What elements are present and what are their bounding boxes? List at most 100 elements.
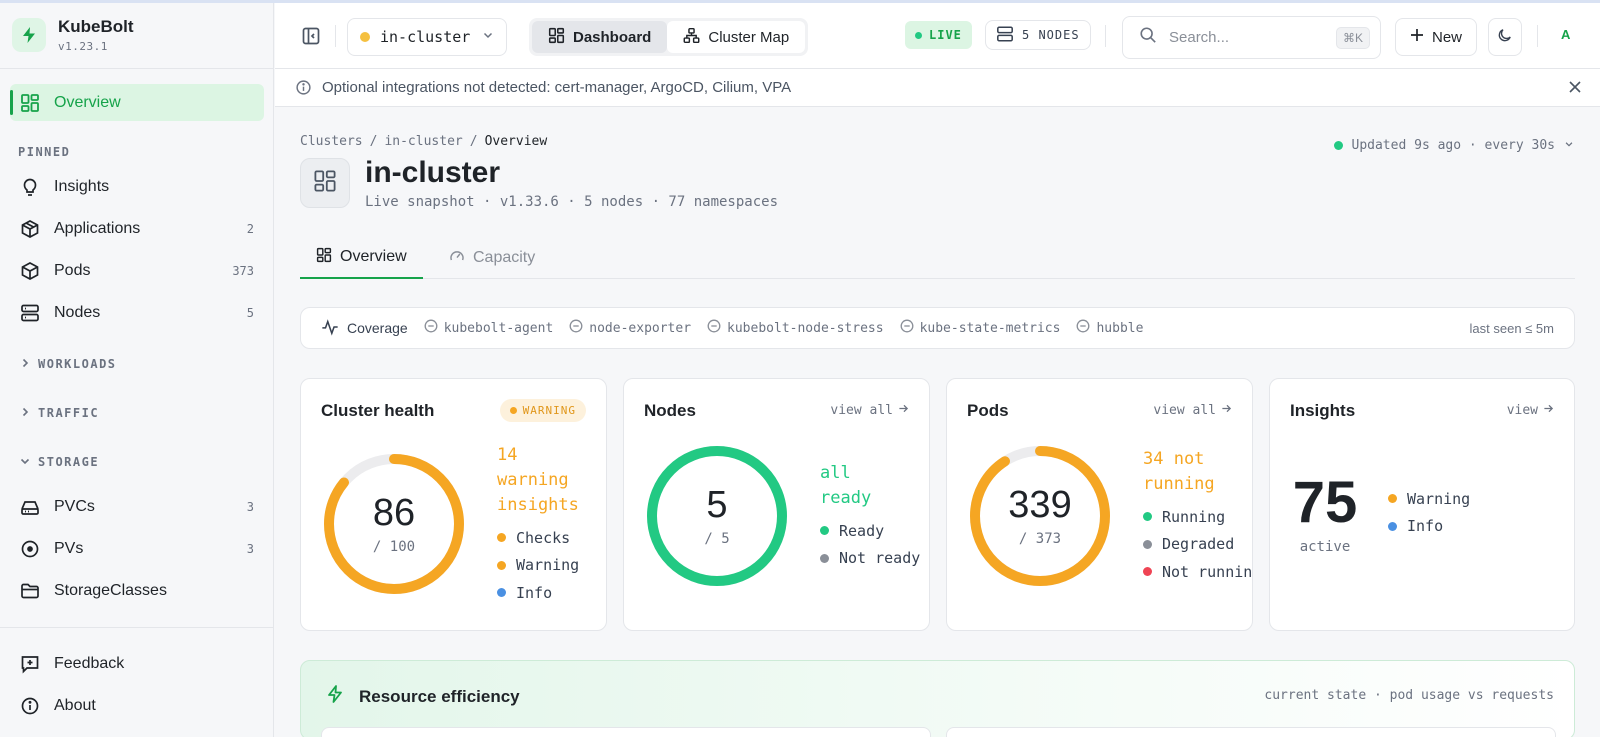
headline-line: insights (497, 495, 579, 515)
nodes-card: Nodes view all 5 / 5 all ready Ready Not… (623, 378, 930, 631)
headline-line: 34 not (1143, 449, 1205, 469)
insights-sub: active (1299, 539, 1351, 555)
tab-dashboard[interactable]: Dashboard (532, 21, 668, 53)
view-all-link[interactable]: view all (830, 403, 909, 418)
cluster-icon-tile (300, 158, 350, 208)
efficiency-subcard (946, 727, 1556, 737)
view-switcher: Dashboard Cluster Map (529, 18, 809, 56)
breadcrumb-item[interactable]: Clusters (300, 134, 363, 149)
tab-label: Capacity (473, 249, 536, 266)
legend-item: Checks (497, 524, 579, 552)
sidebar-item-nodes[interactable]: Nodes 5 (10, 294, 264, 331)
updated-dot (1333, 141, 1343, 150)
sidebar-item-pvcs[interactable]: PVCs 3 (10, 488, 264, 525)
new-button-label: New (1432, 28, 1463, 46)
badge-dot (509, 407, 517, 414)
legend-dot (497, 533, 506, 543)
brand[interactable]: KubeBolt v1.23.1 (12, 17, 134, 53)
view-all-link[interactable]: view all (1153, 403, 1232, 418)
legend-dot (1143, 512, 1152, 522)
search-placeholder: Search... (1169, 29, 1230, 46)
search-input[interactable]: Search... ⌘K (1122, 16, 1381, 59)
pods-card: Pods view all 339 / 373 34 not running R… (946, 378, 1253, 631)
topbar: in-cluster Dashboard Cluster Map LIVE 5 … (275, 3, 1600, 69)
sidebar-item-insights[interactable]: Insights (10, 168, 264, 205)
sidebar-item-storageclasses[interactable]: StorageClasses (10, 572, 264, 609)
cluster-health-card: Cluster health WARNING 86 / 100 14 warni… (300, 378, 607, 631)
coverage-item: kube-state-metrics (900, 319, 1061, 337)
avatar[interactable]: A (1561, 27, 1570, 42)
tab-cluster-map[interactable]: Cluster Map (667, 21, 806, 53)
sidebar-item-pvs[interactable]: PVs 3 (10, 530, 264, 567)
pods-total: / 373 (1018, 531, 1062, 547)
health-score: 86 (372, 492, 416, 534)
grid-icon (548, 27, 565, 48)
tab-overview[interactable]: Overview (300, 237, 423, 279)
sidebar-group-workloads[interactable]: WORKLOADS (20, 357, 117, 371)
nodes-headline: all ready (820, 461, 871, 511)
legend-item: Info (1388, 513, 1470, 541)
minus-circle-icon (900, 319, 914, 337)
tab-capacity[interactable]: Capacity (441, 237, 543, 279)
insights-legend: Warning Info (1388, 485, 1470, 540)
new-button[interactable]: New (1395, 18, 1478, 56)
sidebar-item-applications[interactable]: Applications 2 (10, 210, 264, 247)
sidebar-toggle-button[interactable] (301, 26, 321, 51)
legend-label: Warning (1407, 489, 1471, 508)
sidebar-item-label: Pods (54, 261, 91, 279)
sidebar-item-count: 373 (232, 263, 254, 278)
drive-icon (19, 496, 41, 518)
sidebar-item-label: Feedback (54, 654, 125, 672)
close-icon[interactable] (1568, 80, 1582, 94)
brand-name: KubeBolt (58, 17, 134, 36)
bolt-icon (325, 684, 345, 709)
legend-item: Warning (1388, 485, 1470, 513)
minus-circle-icon (1076, 319, 1090, 337)
sidebar-item-pods[interactable]: Pods 373 (10, 252, 264, 289)
sidebar: KubeBolt v1.23.1 Overview PINNED Insight… (0, 3, 274, 737)
sidebar-item-about[interactable]: About (10, 687, 264, 724)
coverage-item: hubble (1076, 319, 1143, 337)
link-label: view all (830, 403, 893, 418)
sidebar-item-label: PVCs (54, 497, 95, 515)
server-icon (19, 302, 41, 324)
updated-text: Updated 9s ago · every 30s (1351, 138, 1556, 153)
legend-dot (1388, 494, 1397, 504)
card-title: Insights (1290, 401, 1356, 420)
plus-icon (1410, 28, 1424, 46)
coverage-item-label: node-exporter (589, 320, 692, 336)
sidebar-item-feedback[interactable]: Feedback (10, 645, 264, 682)
pods-running-count: 339 (1008, 484, 1072, 526)
legend-label: Ready (839, 521, 885, 540)
card-title: Pods (967, 401, 1009, 420)
sidebar-item-label: About (54, 696, 96, 714)
efficiency-subcard (321, 727, 931, 737)
tab-label: Cluster Map (708, 28, 790, 46)
status-badge: WARNING (499, 399, 586, 422)
sidebar-item-overview[interactable]: Overview (10, 84, 264, 121)
legend-item: Warning (497, 552, 579, 580)
arrow-right-icon (898, 403, 909, 418)
legend-label: Not ready (839, 549, 921, 568)
legend-dot (497, 560, 506, 570)
sidebar-group-storage[interactable]: STORAGE (20, 455, 99, 469)
health-total: / 100 (372, 539, 416, 555)
integrations-banner: Optional integrations not detected: cert… (275, 69, 1600, 107)
minus-circle-icon (707, 319, 721, 337)
breadcrumb-item[interactable]: in-cluster (384, 134, 462, 149)
legend-label: Warning (516, 556, 580, 575)
nodes-count-badge[interactable]: 5 NODES (985, 20, 1091, 50)
health-headline: 14 warning insights (497, 443, 579, 518)
sidebar-group-traffic[interactable]: TRAFFIC (20, 406, 99, 420)
sidebar-item-count: 2 (246, 221, 254, 236)
page-subtitle: Live snapshot · v1.33.6 · 5 nodes · 77 n… (365, 194, 779, 210)
grid-icon (313, 169, 337, 198)
refresh-status[interactable]: Updated 9s ago · every 30s (1333, 138, 1575, 153)
breadcrumb: Clusters / in-cluster / Overview (300, 134, 547, 149)
coverage-item-label: kube-state-metrics (919, 320, 1061, 336)
sidebar-item-label: Overview (54, 93, 121, 111)
view-link[interactable]: view (1507, 403, 1554, 418)
disc-icon (19, 538, 41, 560)
theme-toggle-button[interactable] (1488, 18, 1522, 56)
cluster-selector[interactable]: in-cluster (347, 18, 507, 56)
